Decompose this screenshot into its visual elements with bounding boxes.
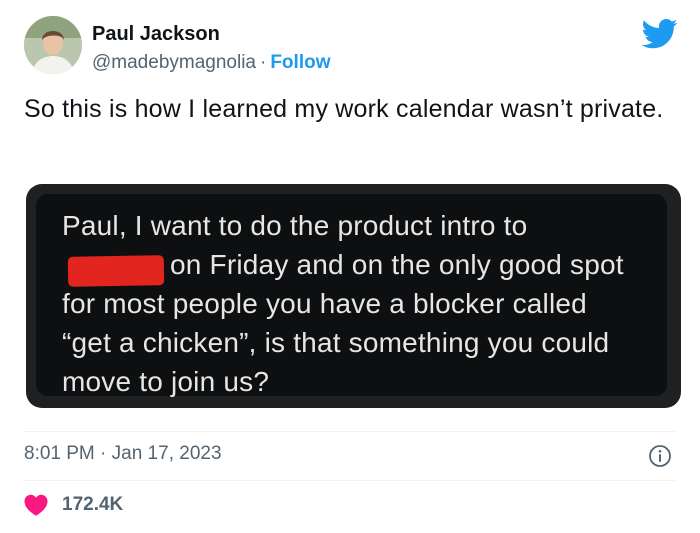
divider xyxy=(24,480,676,481)
avatar[interactable] xyxy=(24,16,82,74)
handle-row: @madebymagnolia · Follow xyxy=(92,51,330,75)
author-name[interactable]: Paul Jackson xyxy=(92,22,330,46)
tweet-timestamp[interactable]: 8:01 PM · Jan 17, 2023 xyxy=(24,442,222,466)
message-line: move to join us? xyxy=(62,366,270,397)
message-line: for most people you have a blocker calle… xyxy=(62,288,587,319)
info-icon[interactable] xyxy=(648,444,672,468)
twitter-bird-icon[interactable] xyxy=(642,19,678,49)
message-line: Paul, I want to do the product intro to xyxy=(62,210,528,241)
message-bubble: Paul, I want to do the product intro to … xyxy=(36,194,667,397)
like-button[interactable]: 172.4K xyxy=(24,494,123,516)
message-text: Paul, I want to do the product intro to … xyxy=(62,206,672,401)
author-block: Paul Jackson @madebymagnolia · Follow xyxy=(92,22,330,75)
tweet-media-image[interactable]: Paul, I want to do the product intro to … xyxy=(26,184,681,408)
follow-button[interactable]: Follow xyxy=(270,52,330,73)
redaction-mark xyxy=(67,255,165,287)
separator-dot: · xyxy=(260,52,267,73)
divider xyxy=(24,431,676,432)
author-handle[interactable]: @madebymagnolia xyxy=(92,52,256,73)
avatar-photo xyxy=(24,16,82,74)
like-count: 172.4K xyxy=(62,494,124,515)
message-line: “get a chicken”, is that something you c… xyxy=(62,327,610,358)
tweet-text: So this is how I learned my work calenda… xyxy=(24,95,664,123)
heart-icon xyxy=(24,494,48,516)
